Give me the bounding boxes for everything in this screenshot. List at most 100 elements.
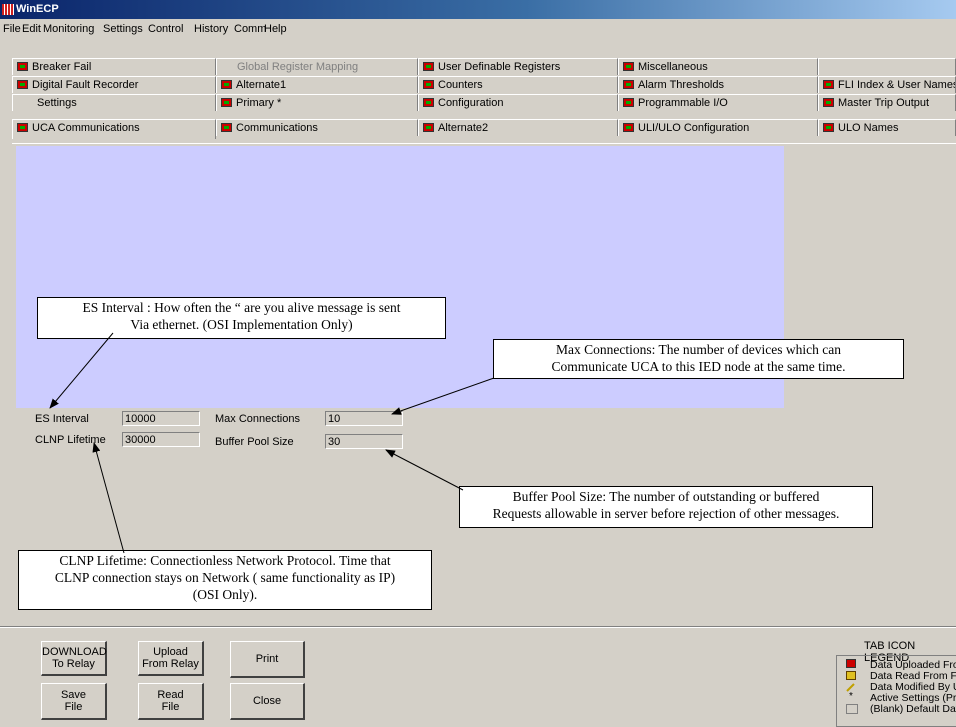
tab-label: Counters [438, 79, 483, 91]
clnp-lifetime-arrow [92, 442, 125, 554]
tab-ulo-names[interactable]: ULO Names [818, 119, 956, 136]
upload-from-relay-button[interactable]: Upload From Relay [138, 641, 204, 676]
menu-help[interactable]: Help [264, 19, 287, 39]
callout-line: CLNP connection stays on Network ( same … [54, 570, 396, 585]
button-label: Close [252, 695, 282, 707]
uploaded-icon [623, 61, 634, 71]
button-label: From Relay [142, 658, 199, 670]
uploaded-icon [423, 61, 434, 71]
callout-max-connections: Max Connections: The number of devices w… [493, 339, 904, 379]
uploaded-icon [221, 97, 232, 107]
callout-line: (OSI Only). [192, 587, 258, 602]
menu-control[interactable]: Control [148, 19, 183, 39]
button-label: Print [255, 653, 279, 665]
callout-buffer-pool-size: Buffer Pool Size: The number of outstand… [459, 486, 873, 528]
tab-uca-communications[interactable]: UCA Communications [12, 119, 216, 139]
uploaded-icon [17, 79, 28, 89]
tab-alarm-thresholds[interactable]: Alarm Thresholds [618, 76, 818, 93]
uploaded-icon [846, 659, 856, 668]
tab-label: Settings [37, 97, 77, 109]
read-file-button[interactable]: Read File [138, 683, 204, 720]
app-icon [2, 4, 14, 15]
tab-label: FLI Index & User Names [838, 79, 956, 91]
tab-alternate1[interactable]: Alternate1 [216, 76, 418, 93]
tab-user-definable-registers[interactable]: User Definable Registers [418, 58, 618, 75]
print-button[interactable]: Print [230, 641, 305, 678]
button-label: Save [60, 689, 87, 701]
panel-border [12, 143, 956, 144]
tab-label: Primary * [236, 97, 282, 109]
uploaded-icon [823, 97, 834, 107]
tab-global-register-mapping[interactable]: Global Register Mapping [216, 58, 418, 75]
tab-settings[interactable]: Settings [12, 94, 216, 111]
tab-label: Miscellaneous [638, 61, 708, 73]
tab-communications[interactable]: Communications [216, 119, 418, 136]
tab-uli-ulo-configuration[interactable]: ULI/ULO Configuration [618, 119, 818, 136]
callout-line: CLNP Lifetime: Connectionless Network Pr… [59, 553, 391, 568]
folder-icon [846, 671, 856, 680]
uploaded-icon [823, 122, 834, 132]
tab-counters[interactable]: Counters [418, 76, 618, 93]
tab-programmable-io[interactable]: Programmable I/O [618, 94, 818, 111]
tab-label: Master Trip Output [838, 97, 930, 109]
tab-alternate2[interactable]: Alternate2 [418, 119, 618, 136]
callout-es-interval: ES Interval : How often the “ are you al… [37, 297, 446, 339]
uploaded-icon [17, 122, 28, 132]
button-label: Read [157, 689, 184, 701]
tab-digital-fault-recorder[interactable]: Digital Fault Recorder [12, 76, 216, 93]
button-label: File [64, 701, 83, 713]
buffer-pool-size-field[interactable]: 30 [325, 434, 403, 449]
tab-label: UCA Communications [32, 122, 140, 134]
menu-bar: File Edit Monitoring Settings Control Hi… [0, 19, 956, 39]
menu-comm[interactable]: Comm [234, 19, 266, 39]
clnp-lifetime-field[interactable]: 30000 [122, 432, 200, 447]
tab-label: Alarm Thresholds [638, 79, 724, 91]
menu-file[interactable]: File [3, 19, 21, 39]
uploaded-icon [17, 61, 28, 71]
close-button[interactable]: Close [230, 683, 305, 720]
uploaded-icon [623, 79, 634, 89]
window-title: WinECP [16, 3, 59, 15]
max-connections-field[interactable]: 10 [325, 411, 403, 426]
clnp-lifetime-label: CLNP Lifetime [35, 434, 106, 446]
asterisk-icon: * [849, 691, 853, 702]
button-label: File [161, 701, 180, 713]
menu-monitoring[interactable]: Monitoring [43, 19, 94, 39]
callout-line: ES Interval : How often the “ are you al… [82, 300, 401, 315]
tab-configuration[interactable]: Configuration [418, 94, 618, 111]
download-to-relay-button[interactable]: DOWNLOAD To Relay [41, 641, 107, 676]
uploaded-icon [221, 122, 232, 132]
save-file-button[interactable]: Save File [41, 683, 107, 720]
menu-edit[interactable]: Edit [22, 19, 41, 39]
tab-breaker-fail[interactable]: Breaker Fail [12, 58, 216, 75]
tab-miscellaneous[interactable]: Miscellaneous [618, 58, 818, 75]
uploaded-icon [423, 97, 434, 107]
tab-label: Digital Fault Recorder [32, 79, 139, 91]
menu-settings[interactable]: Settings [103, 19, 143, 39]
tab-label: ULO Names [838, 122, 899, 134]
tab-label: User Definable Registers [438, 61, 561, 73]
callout-line: Via ethernet. (OSI Implementation Only) [130, 317, 353, 332]
tab-primary[interactable]: Primary * [216, 94, 418, 111]
tab-label: Alternate1 [236, 79, 287, 91]
tab-empty [818, 58, 956, 75]
menu-history[interactable]: History [194, 19, 228, 39]
callout-line: Max Connections: The number of devices w… [555, 342, 842, 357]
buffer-pool-arrow [385, 449, 464, 491]
tab-fli-index-user-names[interactable]: FLI Index & User Names [818, 76, 956, 93]
tab-master-trip-output[interactable]: Master Trip Output [818, 94, 956, 111]
button-label: To Relay [52, 658, 95, 670]
blank-icon [846, 704, 858, 714]
uploaded-icon [623, 97, 634, 107]
bottom-separator-highlight [0, 627, 956, 628]
uploaded-icon [221, 79, 232, 89]
callout-line: Communicate UCA to this IED node at the … [551, 359, 846, 374]
button-label: DOWNLOAD [42, 646, 107, 658]
max-connections-label: Max Connections [215, 413, 300, 425]
tab-label: Breaker Fail [32, 61, 92, 73]
button-label: Upload [153, 646, 188, 658]
callout-line: Requests allowable in server before reje… [492, 506, 840, 521]
tab-label: Configuration [438, 97, 504, 109]
callout-line: Buffer Pool Size: The number of outstand… [512, 489, 820, 504]
es-interval-field[interactable]: 10000 [122, 411, 200, 426]
